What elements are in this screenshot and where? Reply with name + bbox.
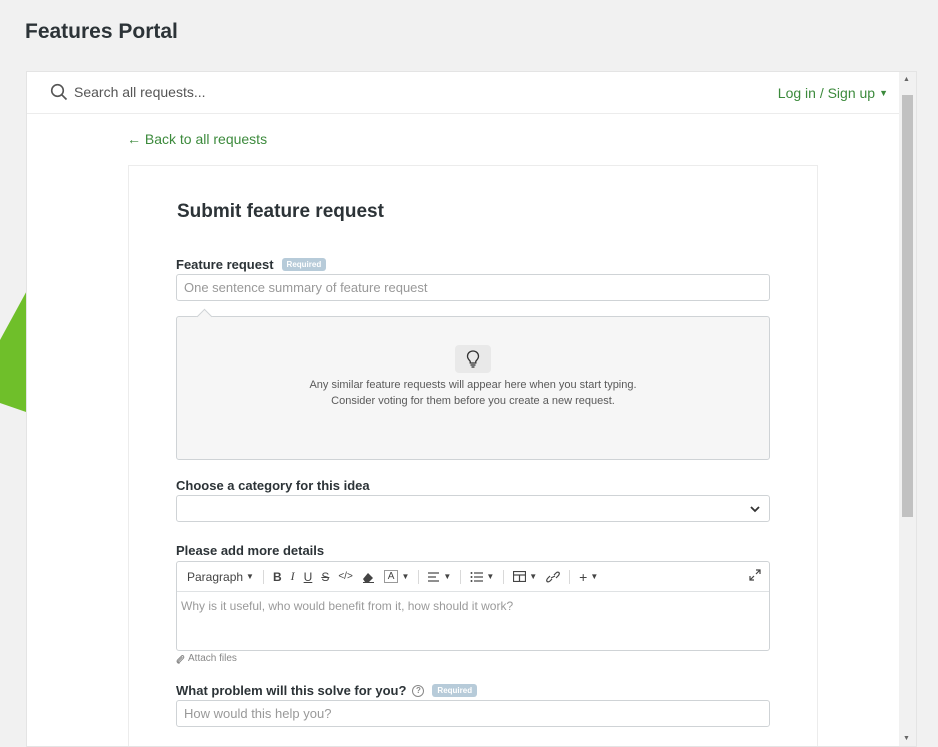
category-label: Choose a category for this idea [176, 478, 370, 493]
expand-icon[interactable] [749, 569, 761, 581]
feature-request-form: Submit feature request Feature request R… [128, 165, 818, 746]
hint-line-1: Any similar feature requests will appear… [309, 379, 637, 391]
clear-format-button[interactable] [362, 571, 375, 583]
details-label-text: Please add more details [176, 543, 325, 558]
caret-down-icon: ▼ [590, 572, 599, 581]
required-badge: Required [281, 258, 327, 271]
problem-label: What problem will this solve for you? ? … [176, 683, 478, 698]
font-color-label: A [383, 570, 399, 583]
problem-label-text: What problem will this solve for you? [176, 683, 407, 698]
font-color-dropdown[interactable]: A ▼ [383, 570, 410, 583]
strikethrough-button[interactable]: S [321, 570, 329, 584]
back-link-label: Back to all requests [144, 131, 268, 147]
chevron-down-icon [750, 506, 760, 513]
align-dropdown[interactable]: ▼ [428, 571, 452, 582]
italic-button[interactable]: I [291, 569, 295, 584]
problem-input[interactable]: How would this help you? [176, 700, 770, 727]
scroll-up-arrow-icon[interactable]: ▲ [903, 76, 910, 83]
arrow-left-icon: ← [127, 131, 141, 147]
bulleted-list-icon [470, 571, 484, 582]
scrollbar-thumb[interactable] [902, 95, 913, 517]
caret-down-icon: ▼ [486, 572, 495, 581]
table-icon [513, 571, 527, 582]
top-bar: Search all requests... Log in / Sign up … [27, 72, 916, 114]
underline-button[interactable]: U [304, 570, 313, 584]
paperclip-icon [176, 654, 185, 664]
panel-pointer [196, 308, 213, 325]
similar-requests-panel: Any similar feature requests will appear… [176, 308, 770, 460]
lightbulb-icon [455, 345, 491, 373]
portal-frame: Search all requests... Log in / Sign up … [26, 71, 917, 747]
editor-toolbar: Paragraph ▼ B I U S </> A ▼ ▼ ▼ ▼ + ▼ [177, 562, 769, 592]
page-title: Features Portal [25, 20, 178, 43]
search-input[interactable]: Search all requests... [74, 84, 206, 100]
link-icon [546, 571, 561, 582]
login-signup-button[interactable]: Log in / Sign up ▼ [778, 85, 888, 101]
table-dropdown[interactable]: ▼ [513, 571, 537, 582]
plus-icon: + [579, 568, 588, 585]
details-label: Please add more details [176, 543, 324, 558]
list-dropdown[interactable]: ▼ [470, 571, 495, 582]
toolbar-divider [503, 569, 505, 584]
feature-request-label: Feature request Required [176, 257, 327, 272]
code-button[interactable]: </> [338, 571, 352, 582]
feature-request-input[interactable]: One sentence summary of feature request [176, 274, 770, 301]
login-label: Log in / Sign up [777, 85, 876, 101]
paragraph-format-label: Paragraph [187, 569, 244, 584]
eraser-icon [362, 572, 374, 583]
hint-line-2: Consider voting for them before you crea… [331, 395, 615, 407]
scroll-down-arrow-icon[interactable]: ▼ [903, 735, 910, 742]
help-icon[interactable]: ? [412, 684, 425, 697]
insert-more-dropdown[interactable]: + ▼ [579, 569, 598, 585]
toolbar-divider [418, 569, 420, 584]
caret-down-icon: ▼ [443, 572, 452, 581]
toolbar-divider [262, 569, 264, 584]
attach-files-link[interactable]: Attach files [176, 653, 237, 664]
category-label-text: Choose a category for this idea [176, 478, 370, 493]
required-badge: Required [432, 684, 478, 697]
toolbar-divider [460, 569, 462, 584]
caret-down-icon: ▼ [246, 572, 254, 581]
paragraph-format-dropdown[interactable]: Paragraph ▼ [187, 570, 254, 584]
details-placeholder: Why is it useful, who would benefit from… [181, 599, 514, 613]
link-button[interactable] [546, 571, 561, 583]
align-left-icon [428, 571, 440, 582]
category-select[interactable] [176, 495, 770, 522]
bold-button[interactable]: B [273, 570, 282, 584]
vertical-scrollbar[interactable]: ▲ ▼ [899, 72, 916, 746]
toolbar-divider [569, 569, 571, 584]
caret-down-icon: ▼ [401, 572, 410, 581]
attach-files-label: Attach files [188, 653, 237, 664]
search-icon [50, 83, 68, 101]
back-link[interactable]: ← Back to all requests [127, 131, 267, 147]
caret-down-icon: ▼ [879, 88, 888, 98]
details-rich-text-editor[interactable]: Paragraph ▼ B I U S </> A ▼ ▼ ▼ ▼ + ▼ Wh… [176, 561, 770, 651]
form-title: Submit feature request [177, 201, 384, 222]
search-bar[interactable]: Search all requests... [50, 83, 206, 101]
caret-down-icon: ▼ [529, 572, 538, 581]
problem-placeholder: How would this help you? [184, 706, 332, 721]
feature-request-placeholder: One sentence summary of feature request [184, 280, 428, 295]
feature-request-label-text: Feature request [176, 257, 274, 272]
similar-requests-hint: Any similar feature requests will appear… [177, 377, 769, 409]
